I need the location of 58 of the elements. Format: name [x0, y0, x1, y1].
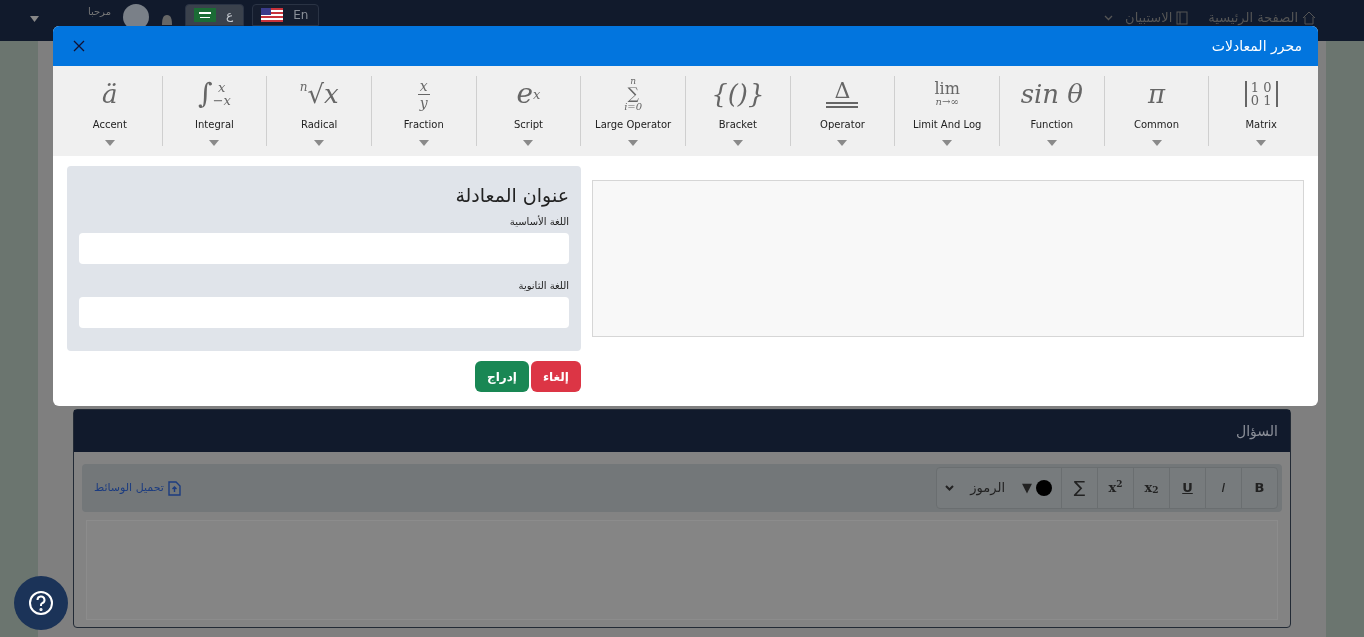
caret-icon [1151, 140, 1162, 146]
color-picker-button[interactable]: ▼ [1013, 468, 1061, 508]
math-symbol-icon: sin θ [1020, 81, 1083, 107]
equation-tool-button[interactable]: sin θ Function [1000, 76, 1105, 146]
equation-tool-button[interactable]: ä Accent [57, 76, 163, 146]
book-icon [1176, 10, 1189, 25]
help-icon [28, 590, 54, 616]
underline-button[interactable]: U [1169, 468, 1205, 508]
equation-tool-button[interactable]: 1 0 0 1 Matrix [1209, 76, 1313, 146]
bell-icon [161, 12, 173, 28]
math-symbol-icon: {()} [711, 81, 765, 107]
close-icon [73, 40, 85, 52]
caret-icon [837, 140, 848, 146]
cancel-button[interactable]: إلغاء [530, 361, 581, 392]
equation-tool-button[interactable]: n ∑ i=0 Large Operator [581, 76, 686, 146]
card-title: السؤال [1236, 421, 1278, 442]
math-symbol-icon: lim n→∞ [934, 81, 960, 107]
caret-icon [209, 140, 220, 146]
bold-button[interactable]: B [1241, 468, 1277, 508]
caret-icon [30, 16, 39, 22]
caret-icon [732, 140, 743, 146]
input-field[interactable] [79, 233, 569, 264]
italic-button[interactable]: I [1205, 468, 1241, 508]
caret-icon [104, 140, 115, 146]
help-button[interactable] [14, 576, 68, 630]
insert-button[interactable]: إدراج [475, 361, 529, 392]
caret-icon [523, 140, 534, 146]
math-symbol-icon: π [1147, 81, 1166, 107]
caret-icon [628, 140, 639, 146]
caret-icon [942, 140, 953, 146]
flag-icon [194, 8, 216, 22]
caret-icon [1256, 140, 1267, 146]
field-label: اللغة الأساسية [508, 214, 569, 229]
equation-tool-button[interactable]: Δ Operator [790, 76, 896, 146]
subscript-button[interactable]: x$_{2}$ [1133, 468, 1169, 508]
caret-icon [1046, 140, 1057, 146]
panel-heading: عنوان المعادلة [454, 186, 569, 205]
language-button[interactable]: ع [185, 4, 245, 26]
language-button[interactable]: En [252, 4, 320, 26]
flag-icon [261, 8, 284, 22]
dialog-title: محرر المعادلات [1211, 36, 1302, 57]
greeting-text: مرحبا [86, 5, 111, 19]
math-symbol-icon: n ∑ i=0 [624, 76, 643, 112]
superscript-button[interactable]: x$^{2}$ [1097, 468, 1133, 508]
chevron-down-icon [945, 485, 955, 491]
input-field[interactable] [79, 297, 569, 328]
equation-tool-button[interactable]: lim n→∞ Limit And Log [895, 76, 1000, 146]
symbols-dropdown[interactable]: الرموز [937, 468, 1013, 508]
home-icon [1302, 10, 1316, 25]
equation-tool-button[interactable]: π Common [1104, 76, 1210, 146]
field-label: اللغة الثانوية [517, 279, 569, 293]
equation-tool-button[interactable]: {()} Bracket [685, 76, 791, 146]
caret-icon [314, 140, 325, 146]
sum-button[interactable]: ∑ [1061, 468, 1097, 508]
math-symbol-icon: ä [102, 81, 118, 107]
equation-tool-button[interactable]: x y Fraction [371, 76, 477, 146]
file-upload-icon [167, 480, 181, 496]
caret-icon [418, 140, 429, 146]
